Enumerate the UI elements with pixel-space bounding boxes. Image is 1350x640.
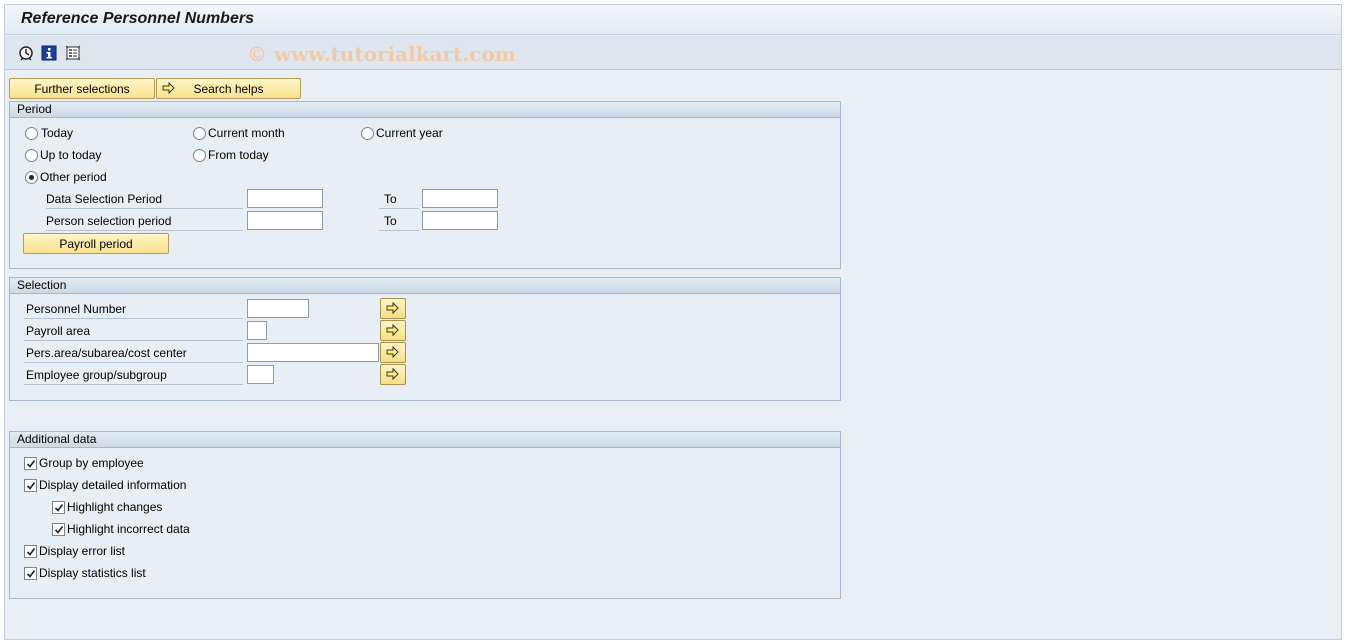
person-selection-to-label: To <box>379 212 419 231</box>
highlight-changes-checkbox[interactable] <box>52 501 65 514</box>
radio-current-month-label: Current month <box>208 126 285 140</box>
data-selection-period-label: Data Selection Period <box>46 190 243 209</box>
person-selection-to-field[interactable] <box>422 211 498 230</box>
radio-today-label: Today <box>41 126 74 140</box>
group-by-employee-label: Group by employee <box>39 456 144 470</box>
employee-group-multiple-selection-button[interactable] <box>380 364 406 385</box>
period-group-title: Period <box>10 102 840 118</box>
execute-icon[interactable] <box>18 45 34 61</box>
info-icon[interactable] <box>41 45 57 61</box>
data-selection-to-label: To <box>379 190 419 209</box>
highlight-incorrect-label: Highlight incorrect data <box>67 522 190 536</box>
search-helps-button[interactable]: Search helps <box>156 78 301 99</box>
additional-data-group: Additional data Group by employee Displa… <box>9 431 841 599</box>
radio-current-month[interactable] <box>193 127 206 140</box>
page-title: Reference Personnel Numbers <box>21 10 254 27</box>
arrow-right-icon <box>386 323 399 337</box>
payroll-area-multiple-selection-button[interactable] <box>380 320 406 341</box>
display-statistics-checkbox[interactable] <box>24 567 37 580</box>
checkmark-icon <box>26 482 36 490</box>
arrow-right-icon <box>386 345 399 359</box>
page: Reference Personnel Numbers © www.tutori… <box>4 4 1342 640</box>
personnel-number-label: Personnel Number <box>24 300 243 319</box>
radio-from-today[interactable] <box>193 149 206 162</box>
payroll-area-label: Payroll area <box>24 322 243 341</box>
display-statistics-label: Display statistics list <box>39 566 146 580</box>
employee-group-field[interactable] <box>247 365 274 384</box>
radio-up-to-today[interactable] <box>25 149 38 162</box>
title-bar: Reference Personnel Numbers <box>5 5 1341 35</box>
data-selection-to-field[interactable] <box>422 189 498 208</box>
data-selection-from-field[interactable] <box>247 189 323 208</box>
highlight-changes-label: Highlight changes <box>67 500 163 514</box>
search-helps-label: Search helps <box>193 81 264 96</box>
radio-today[interactable] <box>25 127 38 140</box>
person-selection-period-label: Person selection period <box>46 212 243 231</box>
arrow-right-icon <box>386 367 399 381</box>
selection-group: Selection Personnel Number Payroll area … <box>9 277 841 401</box>
display-detailed-checkbox[interactable] <box>24 479 37 492</box>
radio-other-period-label: Other period <box>40 170 107 184</box>
layout-icon[interactable] <box>65 45 81 61</box>
arrow-right-icon <box>386 301 399 315</box>
person-selection-from-field[interactable] <box>247 211 323 230</box>
radio-from-today-label: From today <box>208 148 269 162</box>
radio-up-to-today-label: Up to today <box>40 148 102 162</box>
payroll-area-field[interactable] <box>247 321 267 340</box>
display-error-list-checkbox[interactable] <box>24 545 37 558</box>
additional-data-group-title: Additional data <box>10 432 840 448</box>
further-selections-button[interactable]: Further selections <box>9 78 155 99</box>
personnel-number-multiple-selection-button[interactable] <box>380 298 406 319</box>
personnel-number-field[interactable] <box>247 299 309 318</box>
further-selections-label: Further selections <box>34 81 130 96</box>
highlight-incorrect-checkbox[interactable] <box>52 523 65 536</box>
checkmark-icon <box>54 526 64 534</box>
selection-group-title: Selection <box>10 278 840 294</box>
watermark-text: © www.tutorialkart.com <box>247 42 516 66</box>
payroll-period-label: Payroll period <box>59 236 133 251</box>
checkmark-icon <box>26 460 36 468</box>
display-detailed-label: Display detailed information <box>39 478 187 492</box>
period-group: Period Today Current month Current year … <box>9 101 841 269</box>
radio-other-period[interactable] <box>25 171 38 184</box>
employee-group-label: Employee group/subgroup <box>24 366 243 385</box>
radio-current-year-label: Current year <box>376 126 443 140</box>
payroll-period-button[interactable]: Payroll period <box>23 233 169 254</box>
display-error-list-label: Display error list <box>39 544 126 558</box>
pers-area-label: Pers.area/subarea/cost center <box>24 344 243 363</box>
checkmark-icon <box>26 570 36 578</box>
checkmark-icon <box>26 548 36 556</box>
pers-area-multiple-selection-button[interactable] <box>380 342 406 363</box>
group-by-employee-checkbox[interactable] <box>24 457 37 470</box>
pers-area-field[interactable] <box>247 343 379 362</box>
application-toolbar: © www.tutorialkart.com <box>5 36 1341 70</box>
arrow-right-icon <box>162 81 175 95</box>
radio-current-year[interactable] <box>361 127 374 140</box>
checkmark-icon <box>54 504 64 512</box>
